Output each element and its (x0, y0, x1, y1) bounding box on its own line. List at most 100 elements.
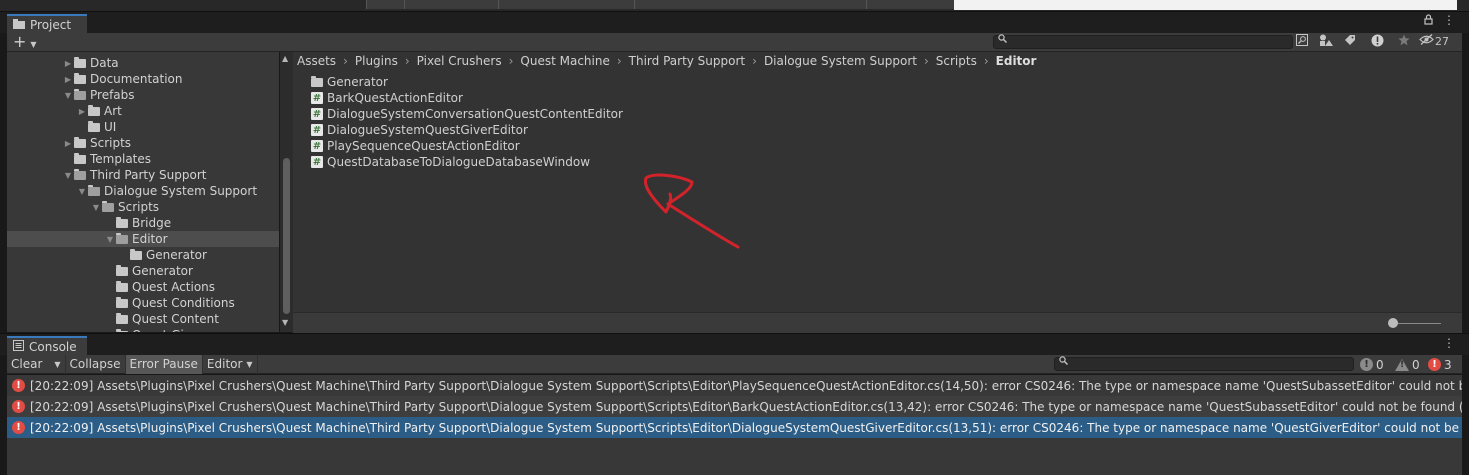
error-pause-button-label: Error Pause (129, 357, 198, 371)
tree-item[interactable]: Quest Giver (7, 327, 279, 332)
console-entry[interactable]: ! [20:22:09] Assets\Plugins\Pixel Crusher… (7, 375, 1462, 396)
breadcrumb-item[interactable]: Quest Machine (520, 54, 609, 68)
breadcrumb-item[interactable]: Pixel Crushers (417, 54, 502, 68)
tree-item[interactable]: ▶ Documentation (7, 71, 279, 87)
file-item[interactable]: # PlaySequenceQuestActionEditor (311, 138, 520, 154)
tree-item[interactable]: Quest Conditions (7, 295, 279, 311)
error-count-toggle[interactable]: ! 3 (1428, 357, 1452, 372)
breadcrumb-separator-icon: › (983, 54, 989, 68)
hidden-count: 27 (1435, 34, 1449, 48)
breadcrumb-item[interactable]: Scripts (936, 54, 977, 68)
folder-icon (74, 56, 86, 68)
console-entry[interactable]: ! [20:22:09] Assets\Plugins\Pixel Crusher… (7, 396, 1462, 417)
tree-item[interactable]: Quest Content (7, 311, 279, 327)
filter-by-type-icon[interactable] (1319, 34, 1333, 49)
breadcrumb-item[interactable]: Third Party Support (629, 54, 745, 68)
folder-icon (116, 280, 128, 292)
tree-item-label: Scripts (118, 200, 160, 214)
chevron-down-icon[interactable]: ▼ (104, 235, 116, 244)
breadcrumb-item[interactable]: Editor (996, 54, 1037, 68)
project-toolbar: + ▼ 27 (7, 32, 1462, 52)
file-item[interactable]: Generator (311, 74, 388, 90)
tab-console[interactable]: Console (7, 336, 87, 356)
tree-item[interactable]: ▼ Dialogue System Support (7, 183, 279, 199)
icon-size-slider-handle[interactable] (1388, 318, 1398, 328)
tab-project[interactable]: Project (7, 14, 87, 34)
breadcrumb-item[interactable]: Plugins (355, 54, 398, 68)
icon-size-slider-track[interactable] (1391, 323, 1441, 324)
file-item[interactable]: # DialogueSystemQuestGiverEditor (311, 122, 528, 138)
csharp-script-icon: # (311, 156, 323, 168)
chevron-down-icon[interactable]: ▼ (62, 171, 74, 180)
timeline-tick (634, 0, 635, 9)
scroll-up-icon[interactable]: ▲ (282, 54, 288, 63)
clear-button[interactable]: Clear ▼ (7, 354, 66, 374)
breadcrumb-item[interactable]: Dialogue System Support (764, 54, 917, 68)
tree-item[interactable]: Generator (7, 247, 279, 263)
tree-item[interactable]: ▶ Data (7, 55, 279, 71)
tree-item[interactable]: Generator (7, 263, 279, 279)
hidden-packages-toggle[interactable]: 27 (1419, 34, 1449, 48)
scrollbar-thumb[interactable] (283, 158, 290, 314)
tree-item[interactable]: Templates (7, 151, 279, 167)
project-footer (293, 312, 1462, 333)
file-item[interactable]: # DialogueSystemConversationQuestContentE… (311, 106, 623, 122)
editor-target-label: Editor (206, 357, 243, 371)
warning-count-toggle[interactable]: ! 0 (1395, 357, 1420, 372)
console-toolbar: Clear ▼ Collapse Error Pause Editor ▼ ! … (7, 354, 1462, 374)
tree-item[interactable]: ▼ Scripts (7, 199, 279, 215)
create-button[interactable]: + ▼ (13, 32, 37, 51)
tree-item-label: Documentation (90, 72, 183, 86)
chevron-right-icon[interactable]: ▶ (62, 59, 74, 68)
collapse-button-label: Collapse (69, 357, 121, 371)
file-item-label: BarkQuestActionEditor (327, 91, 463, 105)
console-tab-bar: Console (0, 333, 1469, 356)
tree-item-label: Bridge (132, 216, 172, 230)
tree-item-label: Generator (146, 248, 207, 262)
folder-icon (88, 104, 100, 116)
tree-item[interactable]: UI (7, 119, 279, 135)
breadcrumb-item[interactable]: Assets (297, 54, 336, 68)
tree-item[interactable]: ▶ Art (7, 103, 279, 119)
chevron-down-icon[interactable]: ▼ (62, 91, 74, 100)
console-entry-text: [20:22:09] Assets\Plugins\Pixel Crushers… (30, 378, 1462, 393)
tree-item[interactable]: Bridge (7, 215, 279, 231)
tree-item[interactable]: ▼ Third Party Support (7, 167, 279, 183)
tree-item[interactable]: ▶ Scripts (7, 135, 279, 151)
chevron-right-icon[interactable]: ▶ (76, 107, 88, 116)
collapse-button[interactable]: Collapse (66, 354, 126, 374)
tree-scrollbar[interactable]: ▲ ▼ (280, 52, 293, 332)
chevron-right-icon[interactable]: ▶ (62, 75, 74, 84)
lock-icon[interactable] (1424, 14, 1433, 28)
log-type-filter-icon[interactable] (1371, 34, 1384, 50)
file-item[interactable]: # BarkQuestActionEditor (311, 90, 463, 106)
more-options-icon[interactable]: ⋮ (1443, 336, 1455, 350)
log-count-toggle[interactable]: ! 0 (1360, 357, 1384, 372)
tree-item[interactable]: ▼ Editor (7, 231, 279, 247)
filter-by-label-icon[interactable] (1344, 34, 1356, 49)
search-by-type-icon[interactable] (1296, 34, 1308, 49)
tree-item-label: Quest Actions (132, 280, 216, 294)
project-search-input[interactable] (993, 34, 1293, 49)
editor-target-dropdown[interactable]: Editor ▼ (203, 354, 258, 374)
scroll-down-icon[interactable]: ▼ (282, 318, 288, 327)
chevron-down-icon: ▼ (30, 40, 37, 49)
breadcrumb-separator-icon: › (923, 54, 929, 68)
chevron-down-icon[interactable]: ▼ (76, 187, 88, 196)
favorites-star-icon[interactable] (1398, 34, 1410, 49)
chevron-right-icon[interactable]: ▶ (62, 139, 74, 148)
chevron-down-icon[interactable]: ▼ (54, 360, 60, 369)
chevron-down-icon[interactable]: ▼ (90, 203, 102, 212)
folder-icon (88, 120, 100, 132)
folder-icon (116, 328, 128, 332)
tree-item[interactable]: ▼ Prefabs (7, 87, 279, 103)
console-entry[interactable]: ! [20:22:09] Assets\Plugins\Pixel Crusher… (7, 417, 1462, 438)
console-search-input[interactable] (1054, 356, 1354, 371)
error-pause-button[interactable]: Error Pause (125, 354, 203, 374)
tree-item[interactable]: Quest Actions (7, 279, 279, 295)
tab-console-label: Console (29, 340, 77, 354)
file-item[interactable]: # QuestDatabaseToDialogueDatabaseWindow (311, 154, 590, 170)
project-file-list: Assets › Plugins › Pixel Crushers › Quest Mach… (293, 52, 1462, 312)
file-item-label: PlaySequenceQuestActionEditor (327, 139, 520, 153)
more-options-icon[interactable]: ⋮ (1443, 13, 1455, 27)
